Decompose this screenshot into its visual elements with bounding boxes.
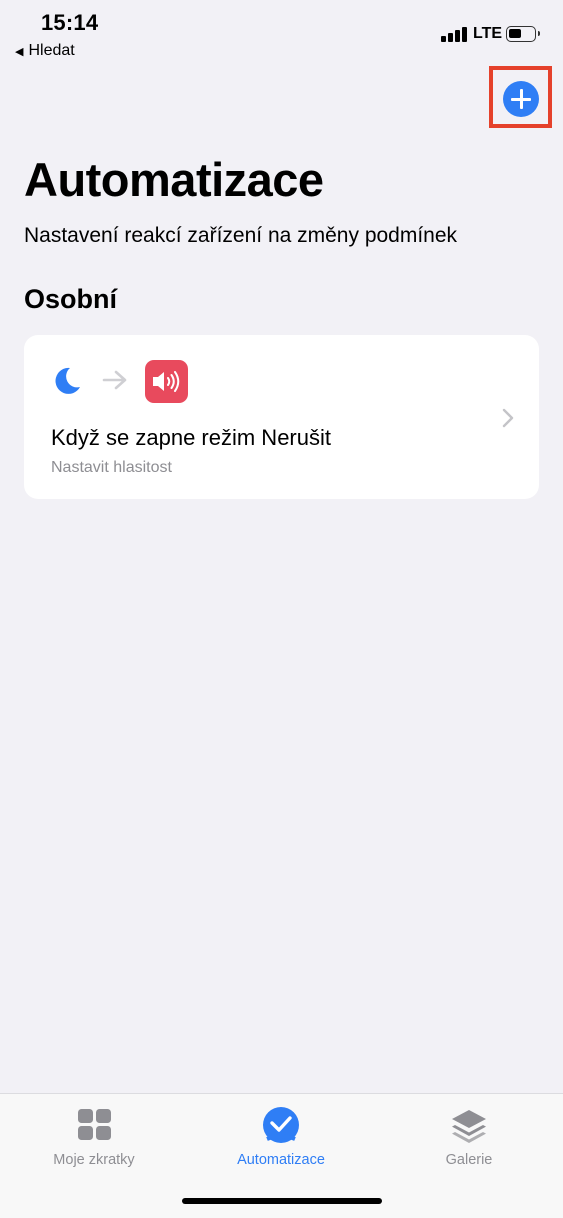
arrow-right-icon <box>102 370 127 390</box>
back-triangle-icon: ◀ <box>15 45 24 58</box>
tab-my-shortcuts[interactable]: Moje zkratky <box>9 1106 179 1168</box>
layers-icon <box>452 1110 486 1143</box>
moon-icon <box>55 367 80 394</box>
tab-gallery[interactable]: Galerie <box>384 1106 554 1168</box>
network-type: LTE <box>473 25 503 42</box>
tab-gallery-label: Galerie <box>445 1152 493 1168</box>
grid-icon <box>78 1109 111 1140</box>
tab-automation-label: Automatizace <box>237 1152 325 1168</box>
tab-automation[interactable]: Automatizace <box>196 1106 366 1168</box>
section-title: Osobní <box>24 284 117 314</box>
speaker-volume-icon <box>145 360 188 403</box>
battery-icon <box>506 26 540 42</box>
page-title: Automatizace <box>24 153 324 206</box>
checkmark-circle-icon <box>263 1107 299 1143</box>
automation-subtitle: Nastavit hlasitost <box>51 459 172 476</box>
tab-my-shortcuts-label: Moje zkratky <box>53 1152 135 1168</box>
cellular-signal-icon <box>441 26 467 42</box>
plus-circle-icon[interactable] <box>503 81 539 117</box>
clock: 15:14 <box>41 10 99 35</box>
page-subtitle: Nastavení reakcí zařízení na změny podmí… <box>24 224 458 247</box>
home-indicator[interactable] <box>182 1198 382 1204</box>
status-bar: 15:14 ◀ Hledat LTE <box>0 0 563 66</box>
back-link-label: Hledat <box>28 42 75 59</box>
chevron-right-icon <box>502 408 514 428</box>
automation-card[interactable]: Když se zapne režim Nerušit Nastavit hla… <box>24 335 539 499</box>
automation-title: Když se zapne režim Nerušit <box>51 425 331 450</box>
back-to-search-link[interactable]: ◀ Hledat <box>15 42 75 60</box>
